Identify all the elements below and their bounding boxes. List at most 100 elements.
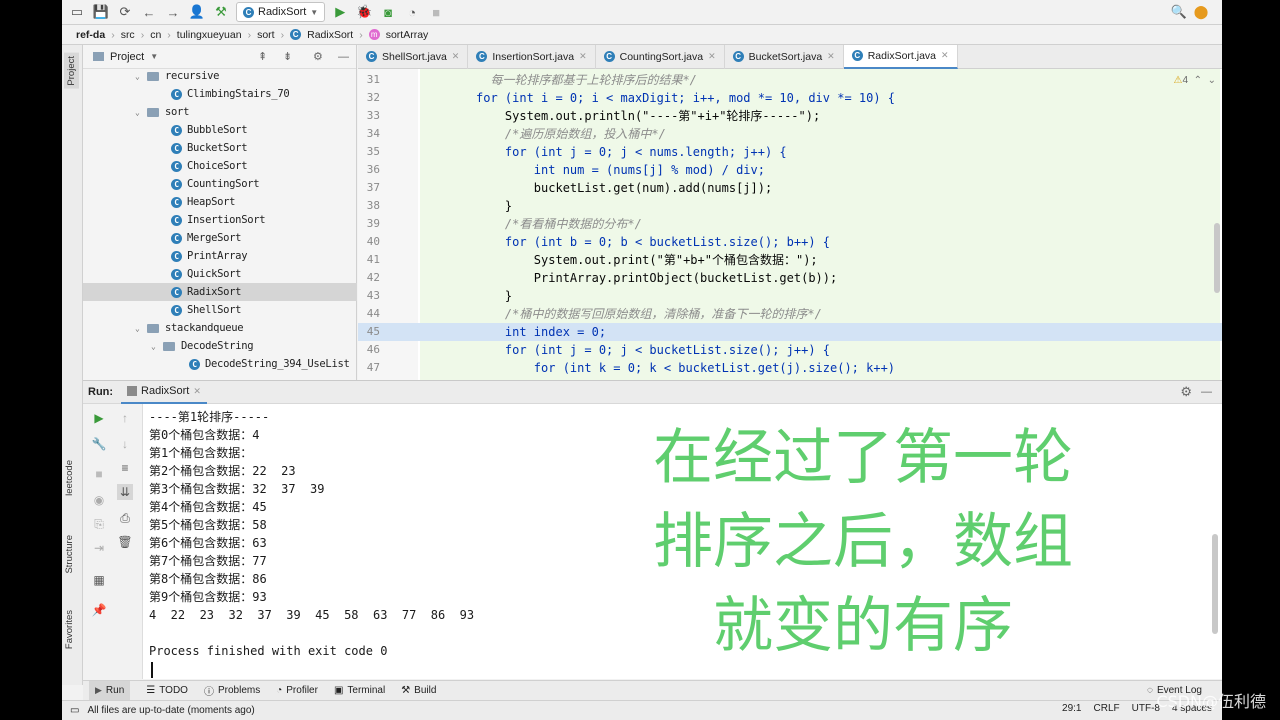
coverage-icon[interactable]: ◙	[379, 3, 397, 21]
tab-favorites[interactable]: Favorites	[64, 610, 75, 649]
chevron-down-icon[interactable]: ⌄	[135, 324, 147, 333]
tree-item[interactable]: ⌄ sort	[83, 103, 357, 121]
breadcrumb-item[interactable]: ref-da	[76, 29, 105, 41]
tab-problems[interactable]: ⓘ Problems	[204, 683, 260, 698]
minimize-icon[interactable]: —	[1201, 386, 1212, 398]
tab-project[interactable]: Project	[64, 53, 79, 89]
tab-terminal[interactable]: ▣ Terminal	[334, 685, 385, 696]
console-output[interactable]: ----第1轮排序----- 第0个桶包含数据：4 第1个桶包含数据： 第2个桶包含数…	[143, 404, 1222, 679]
editor-scrollbar[interactable]	[1214, 223, 1220, 293]
collapse-all-icon[interactable]: ⇞	[258, 50, 267, 63]
tree-item[interactable]: C ChoiceSort	[83, 157, 357, 175]
forward-icon[interactable]: →	[164, 3, 182, 21]
exit-icon[interactable]: ⇥	[91, 540, 107, 556]
tree-item[interactable]: ⌄ recursive	[83, 67, 357, 85]
tab-shellsort[interactable]: C ShellSort.java ✕	[358, 44, 469, 69]
profile-icon[interactable]: ◔	[403, 3, 421, 21]
close-icon[interactable]: ✕	[452, 51, 460, 62]
sync-icon[interactable]: ⟳	[116, 3, 134, 21]
scroll-up-icon[interactable]: ↑	[117, 410, 133, 426]
breadcrumb-item[interactable]: RadixSort	[307, 29, 353, 41]
chevron-down-icon: ▼	[310, 7, 319, 17]
user-icon[interactable]: 👤	[188, 3, 206, 21]
tree-item[interactable]: ⌄ stackandqueue	[83, 319, 357, 337]
chevron-up-icon[interactable]: ⌃	[1194, 75, 1202, 86]
stop-icon[interactable]: ■	[91, 466, 107, 482]
caret-position[interactable]: 29:1	[1062, 703, 1081, 714]
tab-bucketsort[interactable]: C BucketSort.java ✕	[725, 44, 844, 69]
tab-build[interactable]: ⚒ Build	[401, 685, 436, 696]
warning-icon[interactable]: ⚠4	[1173, 75, 1188, 86]
line-separator[interactable]: CRLF	[1094, 703, 1120, 714]
update-icon[interactable]: ⬤	[1192, 3, 1210, 21]
tree-item[interactable]: C HeapSort	[83, 193, 357, 211]
gear-icon[interactable]: ⚙	[1180, 384, 1192, 400]
tree-item[interactable]: C BubbleSort	[83, 121, 357, 139]
run-icon[interactable]: ▶	[331, 3, 349, 21]
close-icon[interactable]: ✕	[579, 51, 587, 62]
tree-item[interactable]: C PrintArray	[83, 247, 357, 265]
breadcrumb-item[interactable]: cn	[150, 29, 161, 41]
back-icon[interactable]: ←	[140, 3, 158, 21]
camera-icon[interactable]: ◉	[91, 492, 107, 508]
scroll-down-icon[interactable]: ↓	[117, 436, 133, 452]
tree-item[interactable]: C CountingSort	[83, 175, 357, 193]
project-panel-title[interactable]: Project	[110, 51, 144, 63]
rerun-icon[interactable]: ▶	[91, 410, 107, 426]
tab-profiler[interactable]: ◔ Profiler	[276, 685, 318, 696]
chevron-down-icon[interactable]: ⌄	[1208, 75, 1216, 86]
soft-wrap-icon[interactable]: ≡	[117, 460, 133, 476]
print-icon[interactable]: ⎙	[117, 510, 133, 526]
close-icon[interactable]: ✕	[827, 51, 835, 62]
layout-icon[interactable]: ▦	[91, 572, 107, 588]
tree-item[interactable]: C RadixSort	[83, 283, 357, 301]
tab-todo[interactable]: ☰ TODO	[146, 685, 188, 696]
breadcrumb-item[interactable]: sort	[257, 29, 275, 41]
line-number: 34	[366, 127, 380, 140]
tree-item[interactable]: C QuickSort	[83, 265, 357, 283]
tab-countingsort[interactable]: C CountingSort.java ✕	[596, 44, 725, 69]
breadcrumb-item[interactable]: tulingxueyuan	[177, 29, 242, 41]
tree-item[interactable]: C DecodeString_394_UseList	[83, 355, 357, 373]
class-icon: C	[171, 124, 182, 136]
tree-item[interactable]: C BucketSort	[83, 139, 357, 157]
trash-icon[interactable]: 🗑	[117, 534, 133, 550]
breadcrumb-item[interactable]: sortArray	[386, 29, 429, 41]
status-layout-icon[interactable]: ▭	[70, 705, 79, 716]
tree-item[interactable]: C MergeSort	[83, 229, 357, 247]
tab-run[interactable]: ▶ Run	[89, 681, 131, 700]
open-folder-icon[interactable]: ▭	[68, 3, 86, 21]
breadcrumb-item[interactable]: src	[121, 29, 135, 41]
close-icon[interactable]: ✕	[193, 386, 201, 397]
run-tab-radixsort[interactable]: RadixSort ✕	[121, 381, 207, 404]
console-scrollbar[interactable]	[1212, 534, 1218, 634]
tab-radixsort[interactable]: C RadixSort.java ✕	[843, 44, 958, 69]
gear-icon[interactable]: ⚙	[313, 50, 323, 63]
scroll-to-end-icon[interactable]: ⇊	[117, 484, 133, 500]
code-editor[interactable]: 31 每一轮排序都基于上轮排序后的结果*/ 32 for (int i = 0; i…	[358, 69, 1222, 380]
debug-icon[interactable]: 🐞	[355, 3, 373, 21]
chevron-down-icon[interactable]: ⌄	[135, 108, 147, 117]
build-hammer-icon[interactable]: ⚒	[212, 3, 230, 21]
search-icon[interactable]: 🔍	[1170, 3, 1188, 21]
tab-structure[interactable]: Structure	[64, 535, 75, 574]
close-icon[interactable]: ✕	[708, 51, 716, 62]
run-config-selector[interactable]: C RadixSort ▼	[236, 2, 326, 22]
pin-icon[interactable]: 📌	[91, 602, 107, 618]
close-icon[interactable]: ✕	[941, 50, 949, 61]
wrench-icon[interactable]: 🔧	[91, 436, 107, 452]
chevron-down-icon[interactable]: ▼	[150, 52, 158, 61]
tree-item[interactable]: C ClimbingStairs_70	[83, 85, 357, 103]
chevron-down-icon[interactable]: ⌄	[151, 342, 163, 351]
stop-icon[interactable]: ■	[427, 3, 445, 21]
tab-leetcode[interactable]: leetcode	[64, 460, 75, 496]
expand-icon[interactable]: ⇟	[283, 50, 292, 63]
tree-item[interactable]: C ShellSort	[83, 301, 357, 319]
minimize-icon[interactable]: —	[338, 51, 349, 63]
save-icon[interactable]: 💾	[92, 3, 110, 21]
tree-item[interactable]: C InsertionSort	[83, 211, 357, 229]
chevron-down-icon[interactable]: ⌄	[135, 72, 147, 81]
tree-item[interactable]: ⌄ DecodeString	[83, 337, 357, 355]
restore-layout-icon[interactable]: ⎘	[91, 516, 107, 532]
tab-insertionsort[interactable]: C InsertionSort.java ✕	[468, 44, 596, 69]
